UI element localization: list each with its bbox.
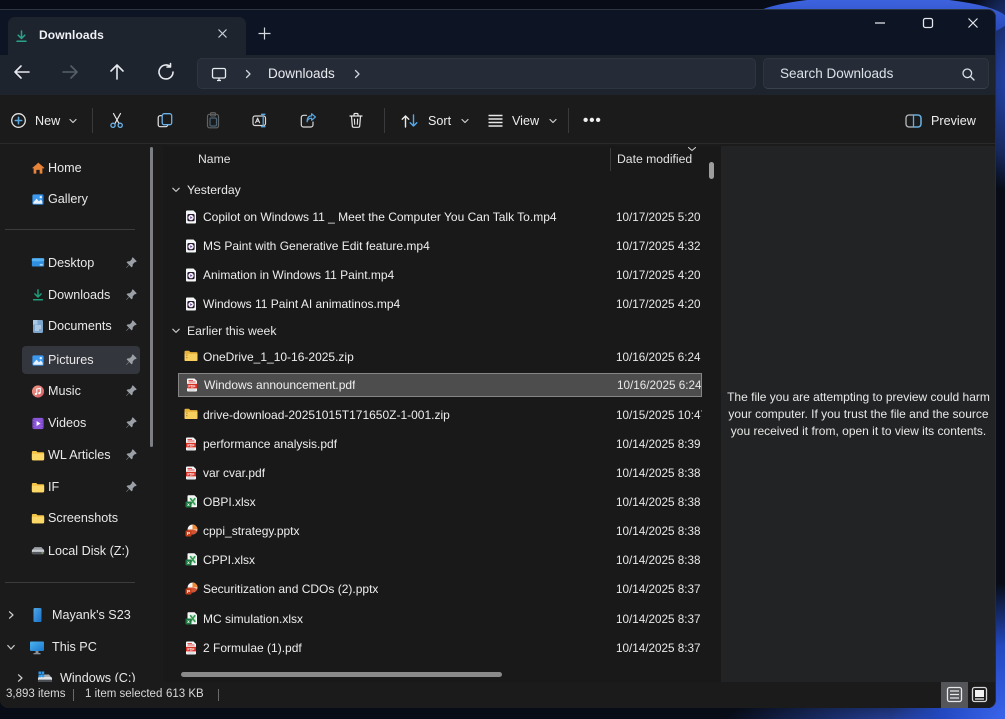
svg-text:PDF: PDF xyxy=(187,648,195,652)
svg-text:PDF: PDF xyxy=(187,473,195,477)
svg-text:x: x xyxy=(187,503,190,508)
svg-text:PDF: PDF xyxy=(187,444,195,448)
svg-text:x: x xyxy=(187,620,190,625)
svg-text:PDF: PDF xyxy=(188,385,196,389)
svg-text:x: x xyxy=(187,561,190,566)
